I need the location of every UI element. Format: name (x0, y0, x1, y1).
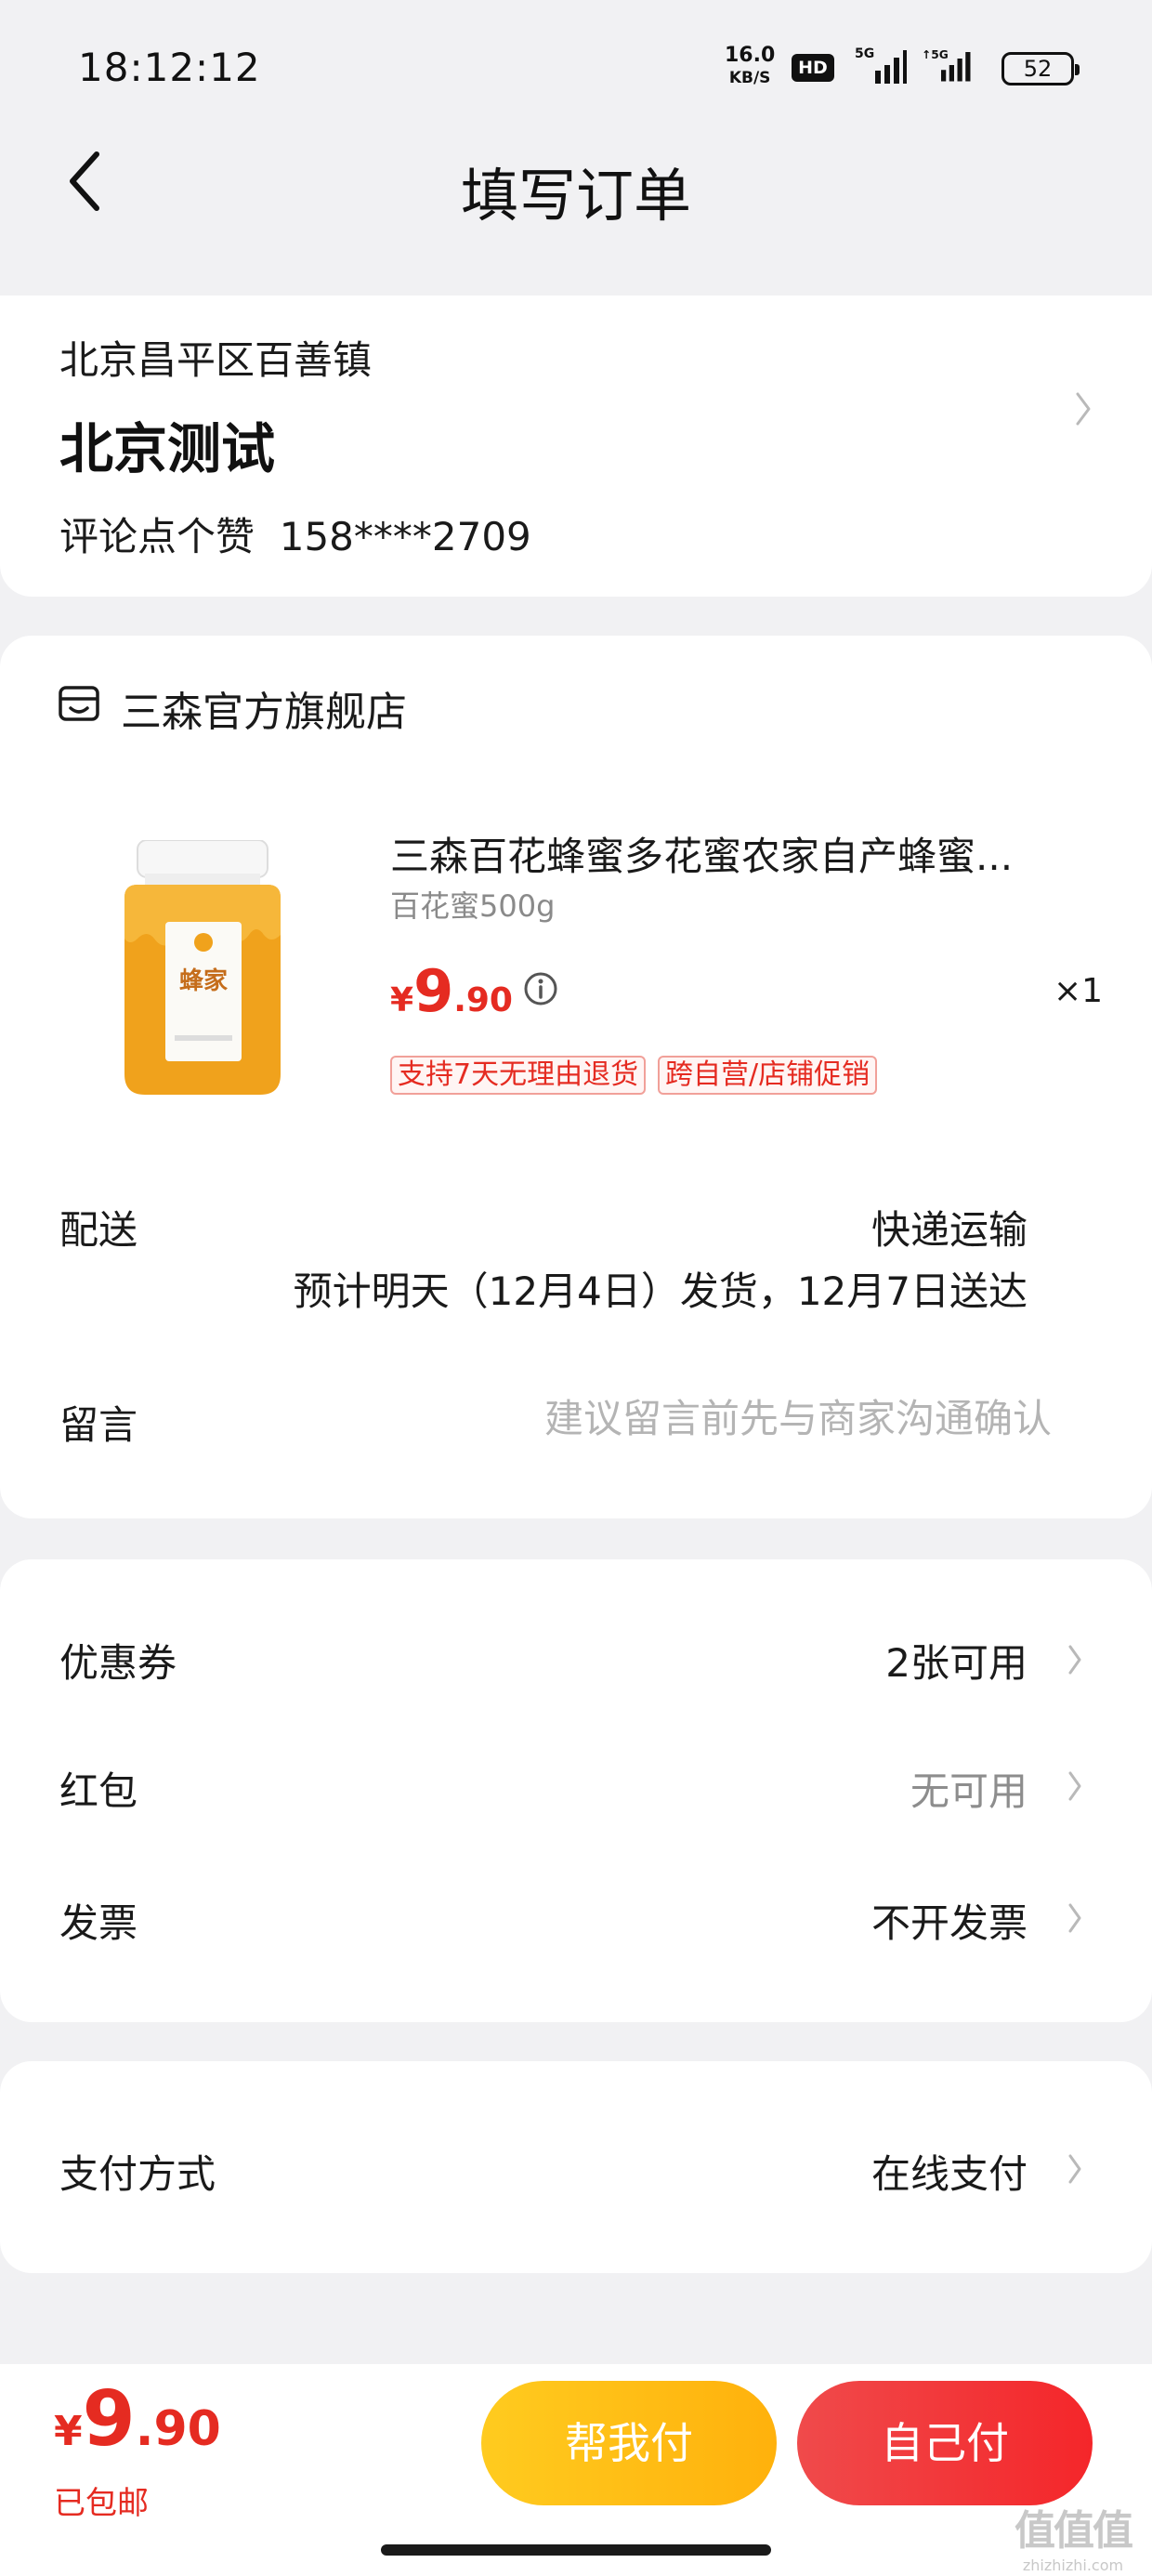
battery-icon: 52 (1001, 52, 1080, 85)
pay-myself-button[interactable]: 自己付 (797, 2381, 1093, 2505)
delivery-label: 配送 (59, 1207, 138, 1253)
address-contact-name: 评论点个赞 (59, 514, 255, 559)
store-name[interactable]: 三森官方旗舰店 (121, 678, 407, 738)
redpacket-chevron-right-icon[interactable] (1065, 1766, 1087, 1807)
note-input[interactable] (401, 1385, 1052, 1452)
signal-5g-secondary-icon: ↑5G (922, 48, 971, 82)
product-spec: 百花蜜500g (390, 888, 556, 924)
delivery-eta: 预计明天（12月4日）发货，12月7日送达 (293, 1268, 1028, 1314)
battery-level: 52 (1023, 56, 1053, 82)
coupon-label: 优惠券 (59, 1640, 177, 1686)
network-speed: 16.0 KB/S (725, 45, 775, 89)
svg-text:5G: 5G (855, 46, 874, 61)
price-integer: 9 (413, 957, 454, 1025)
watermark-site: zhizhizhi.com (1022, 2556, 1124, 2574)
hd-voice-icon: HD (792, 54, 834, 82)
info-icon[interactable] (522, 970, 559, 1007)
payment-chevron-right-icon[interactable] (1065, 2149, 1087, 2189)
help-me-pay-button[interactable]: 帮我付 (481, 2381, 777, 2505)
status-time: 18:12:12 (78, 45, 261, 90)
home-indicator[interactable] (381, 2544, 771, 2556)
total-currency: ¥ (54, 2408, 83, 2455)
status-bar: 18:12:12 16.0 KB/S HD 5G ↑5G 52 (0, 0, 1152, 130)
payment-label: 支付方式 (59, 2151, 216, 2197)
address-phone: 158****2709 (279, 514, 531, 559)
address-region: 北京昌平区百善镇 (59, 337, 373, 383)
free-shipping-note: 已包邮 (54, 2485, 149, 2522)
address-chevron-right-icon[interactable] (1072, 388, 1094, 429)
product-quantity: ×1 (1054, 972, 1104, 1010)
price-currency: ¥ (390, 981, 414, 1019)
network-speed-value: 16.0 (725, 44, 776, 67)
delivery-method: 快递运输 (871, 1207, 1028, 1253)
product-title[interactable]: 三森百花蜂蜜多花蜜农家自产蜂蜜... (390, 825, 1068, 882)
redpacket-label: 红包 (59, 1768, 138, 1814)
coupon-value: 2张可用 (885, 1640, 1028, 1686)
note-label: 留言 (59, 1402, 138, 1448)
tag-promotion: 跨自营/店铺促销 (658, 1056, 878, 1095)
jar-label: 蜂家 (179, 966, 228, 995)
product-price: ¥9.90 (390, 957, 513, 1025)
coupon-chevron-right-icon[interactable] (1065, 1639, 1087, 1680)
address-contact: 评论点个赞 158****2709 (59, 506, 531, 562)
tag-return-policy: 支持7天无理由退货 (390, 1056, 647, 1095)
page-title: 填写订单 (460, 162, 691, 230)
invoice-chevron-right-icon[interactable] (1065, 1898, 1087, 1939)
price-decimal: .90 (453, 981, 513, 1019)
product-image[interactable]: 蜂家 (117, 840, 288, 1098)
network-speed-unit: KB/S (728, 69, 771, 87)
payment-value: 在线支付 (871, 2151, 1028, 2197)
invoice-value: 不开发票 (871, 1900, 1028, 1946)
svg-text:↑5G: ↑5G (922, 48, 949, 61)
redpacket-value: 无可用 (910, 1768, 1028, 1814)
watermark-logo: 值值值 (1015, 2507, 1133, 2555)
store-icon (59, 686, 99, 721)
signal-5g-icon: 5G (855, 46, 907, 84)
total-price: ¥9.90 (54, 2375, 221, 2464)
watermark: 值值值 zhizhizhi.com (1015, 2507, 1133, 2574)
invoice-label: 发票 (59, 1900, 138, 1946)
address-recipient-name: 北京测试 (59, 417, 276, 480)
total-decimal: .90 (135, 2401, 221, 2457)
total-integer: 9 (82, 2375, 136, 2464)
